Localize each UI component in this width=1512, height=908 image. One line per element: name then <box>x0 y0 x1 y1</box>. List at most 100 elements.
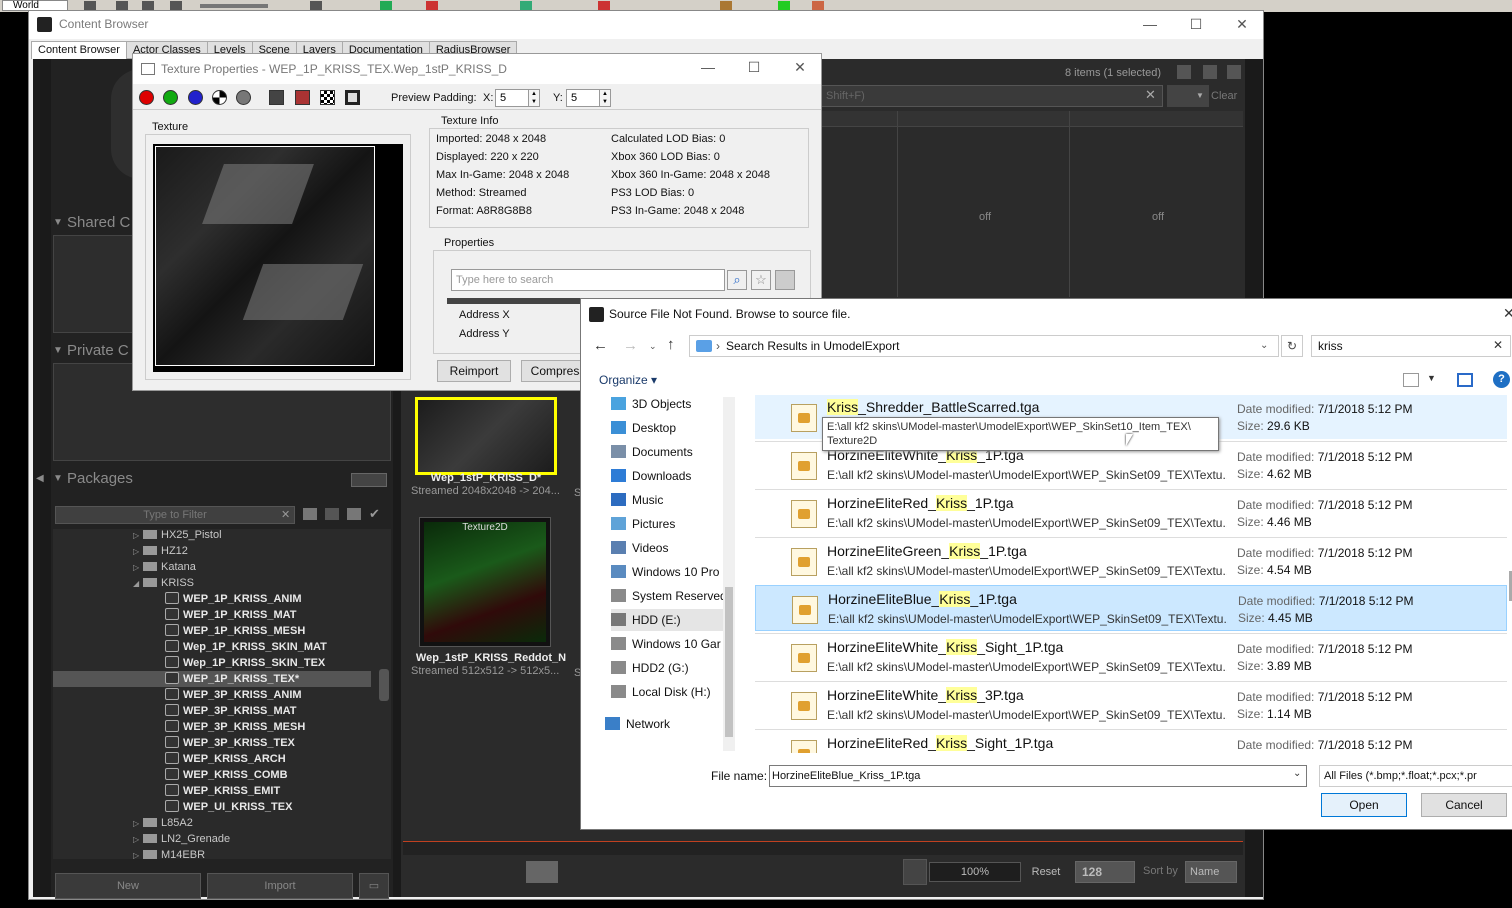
properties-category-bar[interactable] <box>447 298 587 304</box>
toolbar-slider[interactable] <box>200 4 268 8</box>
toolbar-icon[interactable] <box>116 1 128 10</box>
breadcrumb[interactable]: Search Results in UmodelExport <box>726 339 899 353</box>
expanded-arrow-icon[interactable]: ◢ <box>133 576 143 592</box>
file-row[interactable]: HorzineEliteRed_Kriss_1P.tga E:\all kf2 s… <box>755 489 1507 535</box>
tree-item[interactable]: ◢ KRISS <box>53 575 373 591</box>
tree-item[interactable]: ▷ M14EBR <box>53 847 373 859</box>
stepper-icon[interactable]: ▲ ▼ <box>528 89 540 107</box>
nav-item[interactable]: Network <box>605 713 723 735</box>
tree-item[interactable]: Wep_1P_KRISS_SKIN_TEX <box>53 655 373 671</box>
file-row[interactable]: HorzineEliteBlue_Kriss_1P.tga E:\all kf2 … <box>755 585 1507 631</box>
tree-item[interactable]: WEP_1P_KRISS_TEX* <box>53 671 371 687</box>
organize-button[interactable]: Organize ▾ <box>599 373 657 387</box>
wrench-icon[interactable] <box>303 508 317 520</box>
nav-item[interactable]: Windows 10 Gar <box>611 633 723 655</box>
chevron-down-icon[interactable]: ▼ <box>1191 85 1209 107</box>
search-icon[interactable]: ⌕ <box>727 270 747 290</box>
filter-input[interactable]: Type to Filter <box>55 506 295 524</box>
file-type-select[interactable]: All Files (*.bmp;*.float;*.pcx;*.pr <box>1319 765 1512 787</box>
collapsed-arrow-icon[interactable]: ▷ <box>133 832 143 848</box>
minimize-icon[interactable]: — <box>685 54 731 82</box>
sort-select[interactable]: Name <box>1185 861 1237 883</box>
nav-item[interactable]: HDD (E:) <box>611 609 723 631</box>
collapsed-arrow-icon[interactable]: ▷ <box>133 848 143 859</box>
filename-input[interactable]: HorzineEliteBlue_Kriss_1P.tga <box>769 765 1307 787</box>
open-button[interactable]: Open <box>1321 793 1407 817</box>
toolbar-icon[interactable] <box>84 1 96 10</box>
tree-item[interactable]: WEP_UI_KRISS_TEX <box>53 799 373 815</box>
toolbar-icon[interactable] <box>380 1 392 10</box>
toolbar-icon[interactable] <box>310 1 322 10</box>
close-icon[interactable]: ✕ <box>1503 305 1512 322</box>
star-icon[interactable]: ☆ <box>751 270 771 290</box>
asset-thumbnail[interactable]: Texture2D <box>419 517 551 647</box>
tab-content-browser[interactable]: Content Browser <box>31 41 127 59</box>
reimport-button[interactable]: Reimport <box>437 360 511 382</box>
alpha-channel-icon[interactable] <box>212 90 227 105</box>
border-icon[interactable] <box>345 90 360 105</box>
checker-icon[interactable] <box>320 90 335 105</box>
property-address-y[interactable]: Address Y <box>459 328 510 340</box>
toolbar-icon[interactable] <box>598 1 610 10</box>
address-bar[interactable]: › Search Results in UmodelExport ⌄ <box>689 335 1279 357</box>
toolbar-icon[interactable] <box>142 1 154 10</box>
nav-item[interactable]: Downloads <box>611 465 723 487</box>
red-channel-icon[interactable] <box>139 90 154 105</box>
property-address-x[interactable]: Address X <box>459 309 510 321</box>
tree-item[interactable]: WEP_1P_KRISS_MAT <box>53 607 373 623</box>
toolbar-icon[interactable] <box>170 1 182 10</box>
toolbar-icon[interactable] <box>720 1 732 10</box>
collapse-arrow-icon[interactable]: ◀ <box>36 473 44 484</box>
close-icon[interactable]: ✕ <box>1219 11 1265 39</box>
nav-item[interactable]: System Reserved <box>611 585 727 607</box>
tree-item[interactable]: WEP_1P_KRISS_ANIM <box>53 591 373 607</box>
tree-item[interactable]: WEP_KRISS_EMIT <box>53 783 373 799</box>
file-row[interactable]: HorzineEliteWhite_Kriss_Sight_1P.tga E:\a… <box>755 633 1507 679</box>
green-channel-icon[interactable] <box>163 90 178 105</box>
collection-icon[interactable] <box>1227 65 1241 79</box>
reset-button[interactable]: Reset <box>1025 861 1067 883</box>
tree-item[interactable]: WEP_3P_KRISS_TEX <box>53 735 373 751</box>
toolbar-icon[interactable] <box>520 1 532 10</box>
tree-item[interactable]: WEP_3P_KRISS_ANIM <box>53 687 373 703</box>
nav-item[interactable]: Videos <box>611 537 723 559</box>
back-icon[interactable]: ← <box>593 337 608 354</box>
tree-item[interactable]: ▷ Katana <box>53 559 373 575</box>
tree-item[interactable]: ▷ HZ12 <box>53 543 373 559</box>
tree-item[interactable]: WEP_KRISS_COMB <box>53 767 373 783</box>
search-input[interactable]: kriss <box>1311 335 1511 357</box>
collection-icon[interactable] <box>1203 65 1217 79</box>
tree-item[interactable]: Wep_1P_KRISS_SKIN_MAT <box>53 639 373 655</box>
property-search-input[interactable]: Type here to search <box>451 269 725 291</box>
file-row[interactable]: HorzineEliteWhite_Kriss_3P.tga E:\all kf2… <box>755 681 1507 727</box>
toolbar-icon[interactable] <box>426 1 438 10</box>
file-row[interactable]: HorzineEliteRed_Kriss_Sight_1P.tga Date m… <box>755 729 1507 753</box>
collection-icon[interactable] <box>1177 65 1191 79</box>
recent-icon[interactable]: ⌄ <box>649 341 657 352</box>
view-toggle-icon[interactable] <box>351 473 387 487</box>
nav-scrollbar[interactable] <box>723 397 735 751</box>
preview-pane-icon[interactable] <box>1457 373 1473 387</box>
maximize-icon[interactable]: ☐ <box>731 54 777 82</box>
chevron-down-icon[interactable]: ⌄ <box>1293 768 1301 779</box>
nav-item[interactable]: Pictures <box>611 513 723 535</box>
collapsed-arrow-icon[interactable]: ▷ <box>133 816 143 832</box>
tree-item[interactable]: WEP_KRISS_ARCH <box>53 751 373 767</box>
stepper-icon[interactable]: ▲ ▼ <box>599 89 611 107</box>
nav-item[interactable]: HDD2 (G:) <box>611 657 723 679</box>
zoom-icon[interactable] <box>903 859 927 885</box>
tool-icon[interactable] <box>269 90 284 105</box>
cancel-button[interactable]: Cancel <box>1421 793 1507 817</box>
tree-scrollbar[interactable] <box>379 669 389 701</box>
clear-filter-icon[interactable]: ✕ <box>281 508 290 521</box>
nav-item[interactable]: Windows 10 Pro <box>611 561 723 583</box>
collapsed-arrow-icon[interactable]: ▷ <box>133 544 143 560</box>
help-icon[interactable]: ? <box>1493 371 1510 388</box>
folder-icon[interactable]: ▭ <box>359 873 389 899</box>
tree-item[interactable]: WEP_3P_KRISS_MAT <box>53 703 373 719</box>
up-icon[interactable]: ↑ <box>667 336 675 353</box>
nav-item[interactable]: Documents <box>611 441 723 463</box>
tree-item[interactable]: WEP_1P_KRISS_MESH <box>53 623 373 639</box>
toolbar-icon[interactable] <box>812 1 824 10</box>
packages-header[interactable]: Packages <box>51 469 391 489</box>
